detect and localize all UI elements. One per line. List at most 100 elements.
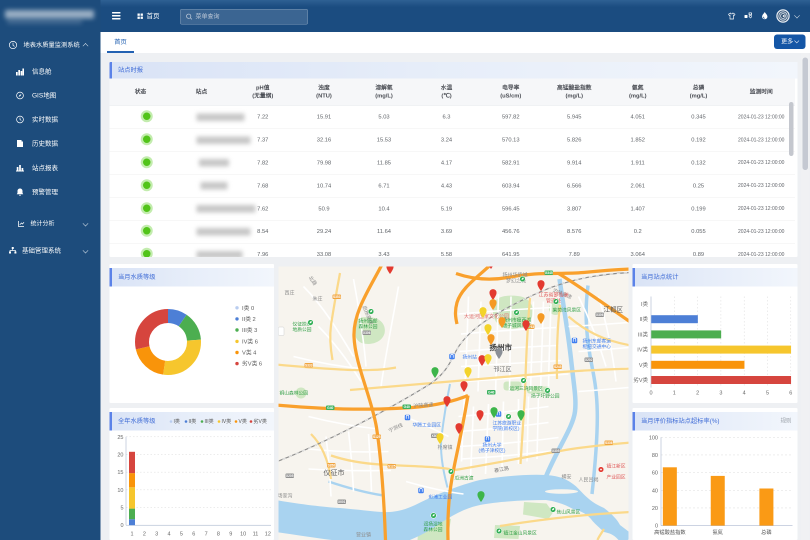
svg-text:3: 3 [719,391,722,397]
svg-text:人民凹褐: 人民凹褐 [579,477,599,484]
svg-text:森林公园: 森林公园 [424,526,443,533]
svg-text:X305: X305 [552,449,560,453]
svg-text:5: 5 [766,391,769,397]
svg-text:5: 5 [120,506,123,512]
svg-text:扬州站: 扬州站 [463,354,478,361]
svg-text:IV类 6: IV类 6 [242,337,258,345]
svg-text:9: 9 [229,532,232,538]
svg-text:8: 8 [217,532,220,538]
svg-text:朱庄: 朱庄 [313,296,323,303]
svg-text:场家沟: 场家沟 [279,493,293,500]
svg-text:0: 0 [649,391,652,397]
svg-text:营业镇: 营业镇 [356,532,371,539]
svg-text:15: 15 [117,470,123,476]
svg-text:S125: S125 [388,465,396,469]
svg-text:80: 80 [652,453,658,459]
svg-text:X001: X001 [338,500,346,504]
svg-text:II类 2: II类 2 [242,315,256,323]
svg-text:0: 0 [120,523,123,529]
svg-text:S353: S353 [333,295,341,299]
svg-text:II类: II类 [189,418,197,425]
svg-text:I类: I类 [641,300,649,308]
svg-text:氨氮: 氨氮 [713,528,724,536]
svg-text:总磷: 总磷 [761,528,772,536]
svg-text:润扬湿地: 润扬湿地 [424,521,443,528]
svg-text:25: 25 [117,435,123,441]
svg-text:V类 4: V类 4 [242,349,257,357]
svg-text:瓜洲古渡: 瓜洲古渡 [455,475,474,482]
svg-text:100: 100 [649,435,658,441]
svg-text:铜山森林公园: 铜山森林公园 [280,390,309,397]
svg-text:地质公园: 地质公园 [293,326,312,333]
svg-text:7: 7 [205,532,208,538]
svg-text:劣V类: 劣V类 [254,418,267,425]
svg-text:茱萸湾风景区: 茱萸湾风景区 [553,307,582,314]
svg-text:11: 11 [253,532,259,538]
svg-text:森林公园: 森林公园 [359,323,378,330]
svg-text:江苏旅游职业: 江苏旅游职业 [493,420,522,427]
svg-text:10: 10 [117,488,123,494]
svg-text:G345: G345 [545,271,553,275]
svg-text:6: 6 [192,532,195,538]
svg-text:镇江新区: 镇江新区 [607,463,626,470]
svg-text:I类 0: I类 0 [242,304,254,312]
svg-text:华腾工业园区: 华腾工业园区 [413,422,442,429]
svg-text:仪征市: 仪征市 [324,468,345,477]
svg-text:江苏省邵仙洲: 江苏省邵仙洲 [539,292,569,299]
svg-text:X202: X202 [585,358,593,362]
svg-text:IV类: IV类 [637,346,648,354]
svg-text:焦山风景区: 焦山风景区 [557,509,581,516]
svg-text:0: 0 [655,524,658,530]
svg-text:劣V类: 劣V类 [633,376,648,384]
svg-text:G40: G40 [404,405,410,409]
svg-text:江都区: 江都区 [604,306,624,314]
svg-text:镇江金山风景区: 镇江金山风景区 [504,530,538,537]
svg-text:1: 1 [130,532,133,538]
svg-text:2: 2 [143,532,146,538]
svg-text:60: 60 [652,471,658,477]
svg-text:西庄: 西庄 [285,290,295,297]
svg-text:III类: III类 [205,418,214,425]
svg-text:3: 3 [155,532,158,538]
svg-text:S125: S125 [373,435,381,439]
svg-text:V类: V类 [239,418,247,425]
svg-text:II类: II类 [639,315,648,323]
svg-text:X306: X306 [596,313,604,317]
svg-text:彩浦工业园: 彩浦工业园 [429,494,453,501]
svg-text:G40: G40 [488,391,494,395]
svg-text:产业园区: 产业园区 [607,474,626,481]
svg-text:S333: S333 [305,364,313,368]
svg-text:扬子圩野公园: 扬子圩野公园 [531,393,560,400]
svg-text:2: 2 [696,391,699,397]
svg-text:10: 10 [240,532,246,538]
svg-text:6: 6 [789,391,792,397]
svg-text:G40: G40 [327,406,333,410]
svg-text:1: 1 [673,391,676,397]
svg-text:学院(新校区): 学院(新校区) [493,425,520,432]
svg-text:III类: III类 [638,330,649,338]
svg-text:20: 20 [117,453,123,459]
svg-text:12: 12 [265,532,271,538]
svg-text:运河三湾风景区: 运河三湾风景区 [510,385,544,392]
svg-text:扬州东部客运: 扬州东部客运 [583,338,612,345]
svg-text:V类: V类 [639,361,649,369]
svg-text:劣V类 6: 劣V类 6 [242,360,262,368]
svg-text:枢纽交通中心: 枢纽交通中心 [583,343,612,350]
svg-text:IV类: IV类 [222,418,232,425]
svg-text:5: 5 [180,532,183,538]
svg-text:(扬子津校区): (扬子津校区) [479,447,506,454]
svg-text:邗江区: 邗江区 [494,366,512,374]
svg-text:横安: 横安 [562,474,572,481]
svg-text:20: 20 [652,506,658,512]
svg-text:4: 4 [168,532,171,538]
svg-text:扬州大学: 扬州大学 [483,442,502,449]
svg-text:I类: I类 [174,418,180,425]
svg-text:4: 4 [743,391,746,397]
svg-text:X306: X306 [363,331,371,335]
svg-text:S356: S356 [327,464,335,468]
svg-text:扬州西部: 扬州西部 [359,318,378,325]
svg-text:朴席镇: 朴席镇 [438,444,453,451]
svg-text:高锰酸盐指数: 高锰酸盐指数 [654,528,686,536]
svg-text:S336: S336 [605,441,613,445]
svg-text:40: 40 [652,488,658,494]
